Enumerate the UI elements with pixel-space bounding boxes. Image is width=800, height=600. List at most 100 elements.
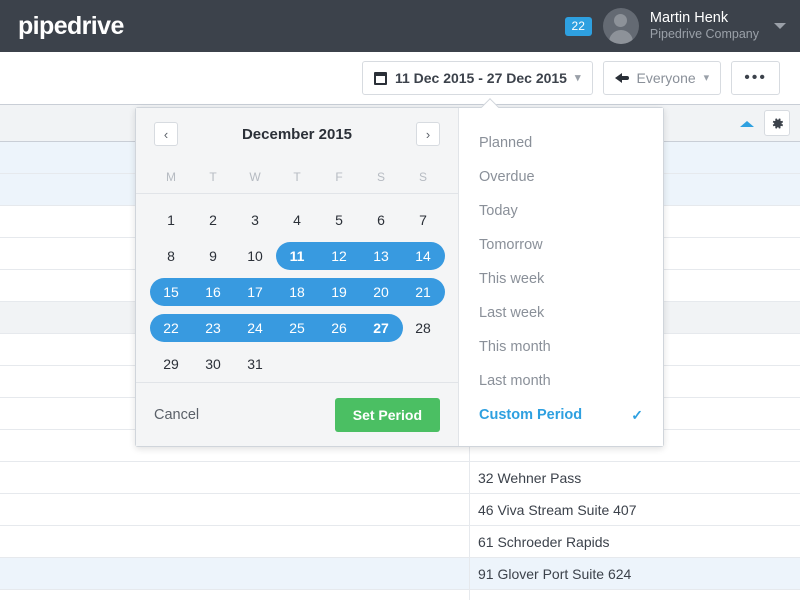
column-divider: [469, 558, 470, 589]
chevron-down-icon[interactable]: [774, 23, 786, 29]
calendar-day-19[interactable]: 19: [318, 278, 360, 306]
calendar-day-7[interactable]: 7: [402, 206, 444, 234]
calendar-day-9[interactable]: 9: [192, 242, 234, 270]
calendar-week-row: 22 23 24 25 26 27 28: [150, 310, 444, 346]
calendar-day-16[interactable]: 16: [192, 278, 234, 306]
calendar-day-28[interactable]: 28: [402, 314, 444, 342]
period-menu-label: This month: [479, 339, 551, 355]
calendar-day-5[interactable]: 5: [318, 206, 360, 234]
table-cell-address: 32 Wehner Pass: [478, 469, 582, 486]
user-info[interactable]: Martin Henk Pipedrive Company: [650, 10, 759, 41]
calendar-day-25[interactable]: 25: [276, 314, 318, 342]
table-row[interactable]: 402 Ernser Lake: [0, 590, 800, 600]
calendar-day-3[interactable]: 3: [234, 206, 276, 234]
period-menu-label: This week: [479, 271, 545, 287]
calendar-day-20[interactable]: 20: [360, 278, 402, 306]
column-divider: [469, 462, 470, 493]
column-divider: [469, 526, 470, 557]
period-menu-label: Tomorrow: [479, 237, 543, 253]
topbar-user-area: 22 Martin Henk Pipedrive Company: [564, 8, 786, 44]
period-menu-item-this-week[interactable]: This week: [459, 262, 663, 296]
calendar-day-29[interactable]: 29: [150, 350, 192, 378]
period-menu-item-last-month[interactable]: Last month: [459, 364, 663, 398]
calendar-day-empty: [276, 350, 318, 378]
period-menu-item-today[interactable]: Today: [459, 194, 663, 228]
calendar-grid: 1 2 3 4 5 6 7 8 9 10 11 12 13 14 15 16 17 18 19 20 21 22 23 24 2…: [136, 194, 458, 382]
calendar-icon: [373, 71, 387, 85]
date-range-button[interactable]: 11 Dec 2015 - 27 Dec 2015 ▾: [361, 61, 593, 95]
calendar-day-empty: [360, 350, 402, 378]
calendar-day-21[interactable]: 21: [402, 278, 444, 306]
period-menu-label: Last month: [479, 373, 551, 389]
table-row[interactable]: 46 Viva Stream Suite 407: [0, 494, 800, 526]
calendar-weekday-label: S: [418, 169, 427, 184]
period-menu-label: Overdue: [479, 169, 535, 185]
calendar-day-15[interactable]: 15: [150, 278, 192, 306]
period-menu-item-last-week[interactable]: Last week: [459, 296, 663, 330]
calendar-day-10[interactable]: 10: [234, 242, 276, 270]
calendar-month-title: December 2015: [241, 125, 353, 143]
table-row[interactable]: 61 Schroeder Rapids: [0, 526, 800, 558]
table-row[interactable]: 32 Wehner Pass: [0, 462, 800, 494]
period-menu-item-this-month[interactable]: This month: [459, 330, 663, 364]
user-company: Pipedrive Company: [649, 27, 759, 42]
calendar-week-row: 15 16 17 18 19 20 21: [150, 274, 445, 310]
calendar-day-26[interactable]: 26: [318, 314, 360, 342]
more-options-button[interactable]: •••: [731, 61, 780, 95]
avatar[interactable]: [602, 8, 639, 44]
period-menu-label: Custom Period: [479, 407, 583, 423]
gear-icon-svg: [772, 117, 783, 129]
calendar-day-12[interactable]: 12: [318, 242, 360, 270]
calendar-week-row: 1234567: [150, 202, 444, 238]
everyone-filter-button[interactable]: Everyone ▾: [602, 61, 722, 95]
calendar-day-31[interactable]: 31: [234, 350, 276, 378]
period-menu-item-tomorrow[interactable]: Tomorrow: [459, 228, 663, 262]
period-preset-menu: Planned Overdue Today Tomorrow This week Last…: [459, 108, 663, 446]
notification-badge[interactable]: 22: [564, 16, 592, 36]
calendar-weekday-header: MTWTFSS: [136, 160, 458, 194]
calendar-panel: ‹ December 2015 › MTWTFSS 1 2 3 4 5 6 7 8 9 10 11 1…: [136, 108, 459, 446]
everyone-label: Everyone: [636, 70, 696, 86]
calendar-day-23[interactable]: 23: [192, 314, 234, 342]
calendar-week-row: 29 30 31: [150, 346, 444, 382]
calendar-day-18[interactable]: 18: [276, 278, 318, 306]
calendar-weekday-label: M: [166, 169, 176, 184]
calendar-day-27[interactable]: 27: [360, 314, 402, 342]
calendar-footer: Cancel Set Period: [136, 382, 458, 446]
period-menu-item-planned[interactable]: Planned: [459, 126, 663, 160]
calendar-day-1[interactable]: 1: [150, 206, 192, 234]
period-menu-label: Planned: [479, 135, 533, 151]
table-cell-address: 46 Viva Stream Suite 407: [478, 501, 637, 518]
period-menu-item-overdue[interactable]: Overdue: [459, 160, 663, 194]
period-menu-item-custom-period[interactable]: Custom Period ✓: [459, 398, 663, 432]
table-row[interactable]: 91 Glover Port Suite 624: [0, 558, 800, 590]
calendar-day-22[interactable]: 22: [150, 314, 192, 342]
gear-icon[interactable]: [764, 110, 790, 136]
calendar-day-13[interactable]: 13: [360, 242, 402, 270]
set-period-button[interactable]: Set Period: [334, 397, 440, 432]
reply-arrow-icon: [614, 72, 629, 84]
date-range-label: 11 Dec 2015 - 27 Dec 2015: [394, 70, 567, 86]
calendar-weekday-label: S: [376, 169, 385, 184]
calendar-day-6[interactable]: 6: [360, 206, 402, 234]
calendar-day-2[interactable]: 2: [192, 206, 234, 234]
cancel-button[interactable]: Cancel: [154, 407, 199, 423]
pipedrive-logo[interactable]: pipedrive: [18, 12, 124, 41]
calendar-week-row: 8 9 10 11 12 13 14: [150, 238, 445, 274]
calendar-day-empty: [402, 350, 444, 378]
calendar-day-30[interactable]: 30: [192, 350, 234, 378]
calendar-weekday-label: F: [335, 169, 343, 184]
chevron-left-icon[interactable]: ‹: [154, 122, 178, 146]
calendar-day-11[interactable]: 11: [276, 242, 318, 270]
calendar-day-8[interactable]: 8: [150, 242, 192, 270]
calendar-day-17[interactable]: 17: [234, 278, 276, 306]
sort-ascending-triangle-icon[interactable]: [740, 121, 754, 127]
checkmark-icon: ✓: [631, 406, 643, 423]
chevron-right-icon[interactable]: ›: [416, 122, 440, 146]
calendar-day-24[interactable]: 24: [234, 314, 276, 342]
calendar-weekday-label: W: [249, 169, 261, 184]
top-navigation-bar: pipedrive 22 Martin Henk Pipedrive Compa…: [0, 0, 800, 52]
chevron-down-icon: ▾: [703, 71, 710, 84]
calendar-day-4[interactable]: 4: [276, 206, 318, 234]
calendar-day-14[interactable]: 14: [402, 242, 444, 270]
